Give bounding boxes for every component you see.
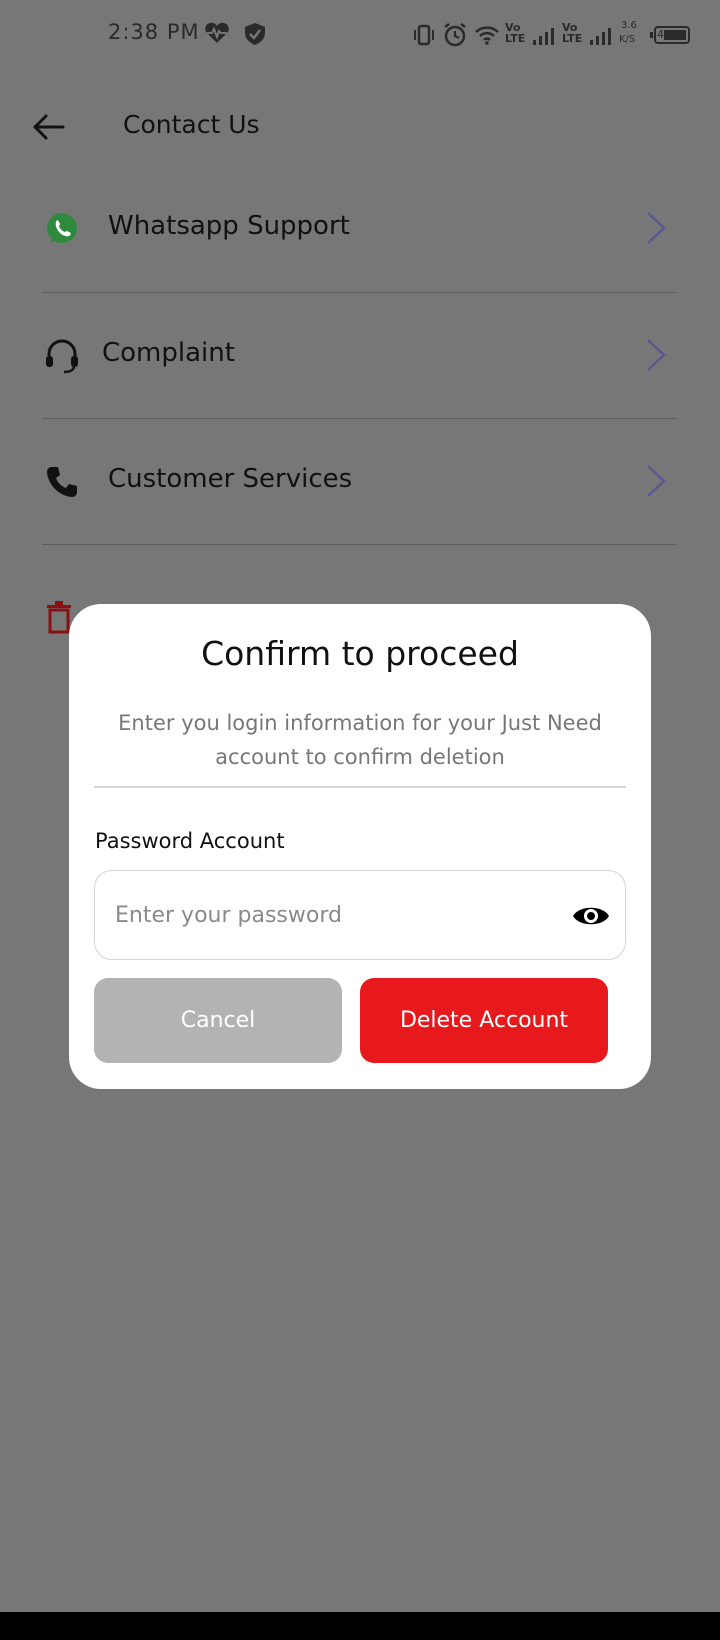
menu-item-customer-services[interactable]: Customer Services: [42, 419, 677, 545]
battery-icon: 46: [650, 26, 690, 44]
wifi-icon: [475, 26, 499, 45]
phone-icon: [47, 467, 77, 497]
whatsapp-icon: [47, 213, 77, 243]
headset-icon: [46, 339, 78, 374]
chevron-right-icon: [647, 339, 666, 371]
back-arrow-icon[interactable]: [30, 108, 68, 146]
password-input[interactable]: [115, 893, 535, 937]
chevron-right-icon: [647, 212, 666, 244]
shield-icon: [245, 23, 265, 45]
menu-item-whatsapp-support[interactable]: Whatsapp Support: [42, 167, 677, 293]
status-time: 2:38 PM: [108, 20, 200, 44]
eye-icon[interactable]: [571, 901, 611, 931]
screen: 2:38 PM Vo LTE Vo LTE 3.6 K/S 46 Contact…: [0, 0, 720, 1640]
vibrate-icon: [414, 24, 434, 46]
confirm-dialog: Confirm to proceed Enter you login infor…: [69, 604, 651, 1089]
password-field[interactable]: [94, 870, 626, 960]
menu-item-label: Customer Services: [108, 464, 353, 494]
dialog-title: Confirm to proceed: [201, 634, 519, 673]
signal-icon: [533, 28, 554, 45]
dialog-message: Enter you login information for your Jus…: [118, 711, 602, 769]
menu-item-complaint[interactable]: Complaint: [42, 293, 677, 419]
password-label: Password Account: [95, 829, 285, 853]
sim2-label: Vo LTE: [562, 21, 583, 45]
cancel-button[interactable]: Cancel: [94, 978, 342, 1063]
delete-account-button[interactable]: Delete Account: [360, 978, 608, 1063]
chevron-right-icon: [647, 465, 666, 497]
divider: [94, 786, 626, 788]
heartbeat-icon: [205, 22, 229, 43]
menu-item-label: Complaint: [102, 338, 235, 368]
navigation-bar: [0, 1612, 720, 1640]
sim1-label: Vo LTE: [505, 21, 526, 45]
signal-icon: [590, 28, 611, 45]
alarm-icon: [444, 23, 466, 47]
net-speed-unit: K/S: [619, 34, 636, 45]
page-title: Contact Us: [123, 110, 260, 139]
net-speed-value: 3.6: [621, 20, 637, 31]
battery-level: 46: [657, 28, 671, 41]
menu-item-label: Whatsapp Support: [108, 211, 350, 241]
status-bar: 2:38 PM Vo LTE Vo LTE 3.6 K/S 46: [0, 0, 720, 72]
